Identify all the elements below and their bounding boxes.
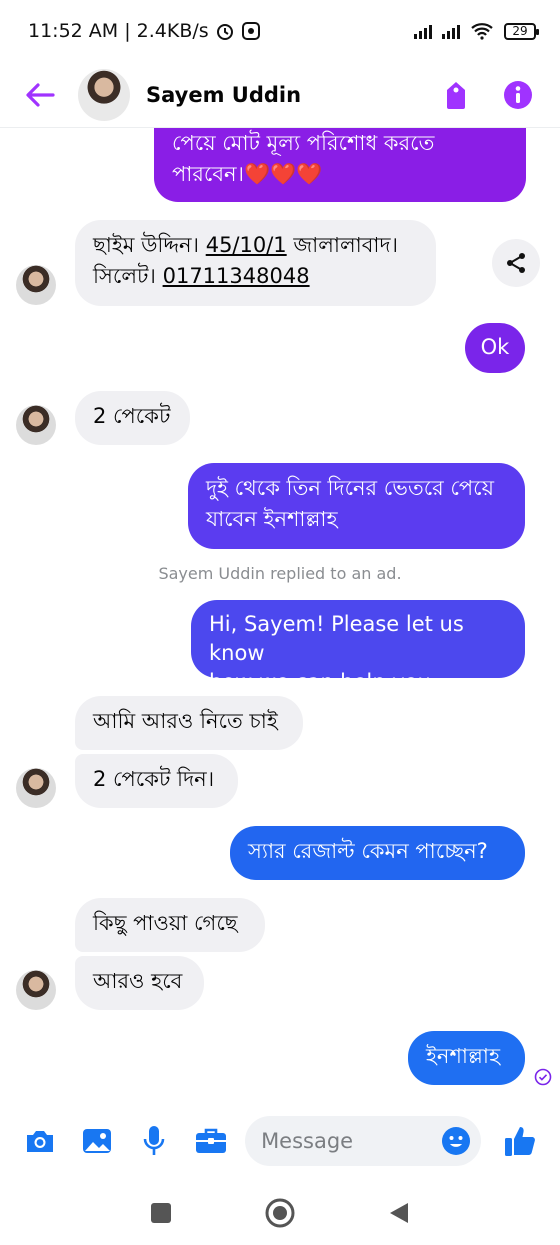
message-text: ইনশাল্লাহ	[426, 1044, 501, 1068]
wifi-icon	[471, 23, 493, 40]
message-text: 2 পেকেট দিন।	[93, 767, 215, 791]
status-time: 11:52 AM | 2.4KB/s	[28, 20, 209, 42]
seen-check-icon	[534, 1068, 552, 1086]
tag-icon	[447, 81, 465, 109]
message-text-line: how we can help you.	[209, 670, 438, 694]
sender-avatar[interactable]	[16, 405, 56, 445]
phone-link[interactable]: 01711348048	[163, 264, 310, 288]
message-outgoing[interactable]: Hi, Sayem! Please let us know how we can…	[191, 600, 525, 694]
message-text-line: সিলেট। 01711348048	[93, 264, 310, 288]
message-incoming[interactable]: আমি আরও নিতে চাই	[75, 696, 303, 750]
label-button[interactable]	[436, 75, 476, 115]
message-text-line: পারবেন।❤️❤️❤️	[172, 162, 323, 186]
like-button[interactable]	[503, 1123, 538, 1159]
nav-back-icon[interactable]	[388, 1201, 410, 1225]
message-incoming[interactable]: 2 পেকেট	[75, 391, 190, 445]
message-outgoing[interactable]: ইনশাল্লাহ	[408, 1031, 525, 1085]
message-outgoing[interactable]: স্যার রেজাল্ট কেমন পাচ্ছেন?	[230, 826, 525, 880]
battery-level: 29	[512, 24, 528, 38]
signal-1-icon	[414, 23, 432, 39]
status-bar: 11:52 AM | 2.4KB/s 29	[0, 0, 560, 62]
message-text-line: পেয়ে মোট মূল্য পরিশোধ করতে	[172, 131, 435, 155]
address-link[interactable]: 45/10/1	[206, 233, 287, 257]
system-nav-bar	[0, 1180, 560, 1245]
business-tools-button[interactable]	[194, 1123, 229, 1159]
chat-header: Sayem Uddin	[0, 62, 560, 128]
contact-name[interactable]: Sayem Uddin	[146, 83, 436, 107]
message-thread[interactable]: পেয়ে মোট মূল্য পরিশোধ করতে পারবেন।❤️❤️❤…	[0, 128, 560, 1100]
status-time-group: 11:52 AM | 2.4KB/s	[28, 20, 414, 42]
message-text: কিছু পাওয়া গেছে	[93, 911, 238, 935]
sender-avatar[interactable]	[16, 970, 56, 1010]
message-text-line: Hi, Sayem! Please let us know	[209, 612, 464, 665]
camera-icon	[26, 1131, 53, 1152]
share-button[interactable]	[492, 239, 540, 287]
back-arrow-icon	[26, 82, 55, 107]
voice-button[interactable]	[137, 1123, 172, 1159]
message-outgoing[interactable]: দুই থেকে তিন দিনের ভেতরে পেয়ে যাবেন ইনশ…	[188, 463, 525, 549]
message-text-line: যাবেন ইনশাল্লাহ	[206, 507, 338, 531]
emoji-icon[interactable]	[441, 1126, 471, 1156]
message-text: আরও হবে	[93, 969, 183, 993]
message-outgoing[interactable]: Ok	[465, 323, 525, 373]
message-text-line: দুই থেকে তিন দিনের ভেতরে পেয়ে	[206, 476, 494, 500]
contact-avatar[interactable]	[78, 68, 130, 121]
composer-bar	[0, 1108, 560, 1174]
message-outgoing[interactable]: পেয়ে মোট মূল্য পরিশোধ করতে পারবেন।❤️❤️❤…	[154, 128, 526, 202]
message-text-line: ছাইম উদ্দিন। 45/10/1 জালালাবাদ।	[93, 233, 399, 257]
message-text: আমি আরও নিতে চাই	[93, 709, 278, 733]
message-incoming[interactable]: 2 পেকেট দিন।	[75, 754, 238, 808]
sender-avatar[interactable]	[16, 768, 56, 808]
alarm-icon	[216, 24, 233, 40]
message-incoming[interactable]: ছাইম উদ্দিন। 45/10/1 জালালাবাদ। সিলেট। 0…	[75, 220, 436, 306]
nav-square-icon[interactable]	[150, 1202, 172, 1224]
ad-reply-note: Sayem Uddin replied to an ad.	[158, 564, 402, 583]
share-icon	[507, 253, 525, 273]
status-icons: 29	[414, 22, 539, 40]
sender-avatar[interactable]	[16, 265, 56, 305]
message-input[interactable]	[261, 1129, 441, 1153]
message-incoming[interactable]: আরও হবে	[75, 956, 204, 1010]
camera-button[interactable]	[22, 1123, 57, 1159]
app-notification-icon	[241, 22, 260, 40]
back-button[interactable]	[20, 75, 60, 115]
gallery-button[interactable]	[79, 1123, 114, 1159]
message-text: 2 পেকেট	[93, 404, 171, 428]
info-button[interactable]	[498, 75, 538, 115]
briefcase-icon	[196, 1128, 227, 1153]
message-text: Ok	[480, 335, 510, 359]
message-incoming[interactable]: কিছু পাওয়া গেছে	[75, 898, 265, 952]
signal-2-icon	[442, 23, 460, 39]
message-input-box[interactable]	[245, 1116, 481, 1166]
info-icon	[504, 80, 532, 109]
image-icon	[82, 1129, 111, 1153]
message-text: স্যার রেজাল্ট কেমন পাচ্ছেন?	[248, 839, 488, 863]
heart-emoji: ❤️❤️❤️	[244, 162, 323, 186]
microphone-icon	[143, 1126, 165, 1155]
thumbs-up-icon	[505, 1127, 536, 1156]
nav-home-icon[interactable]	[264, 1197, 296, 1229]
battery-icon: 29	[504, 22, 539, 40]
